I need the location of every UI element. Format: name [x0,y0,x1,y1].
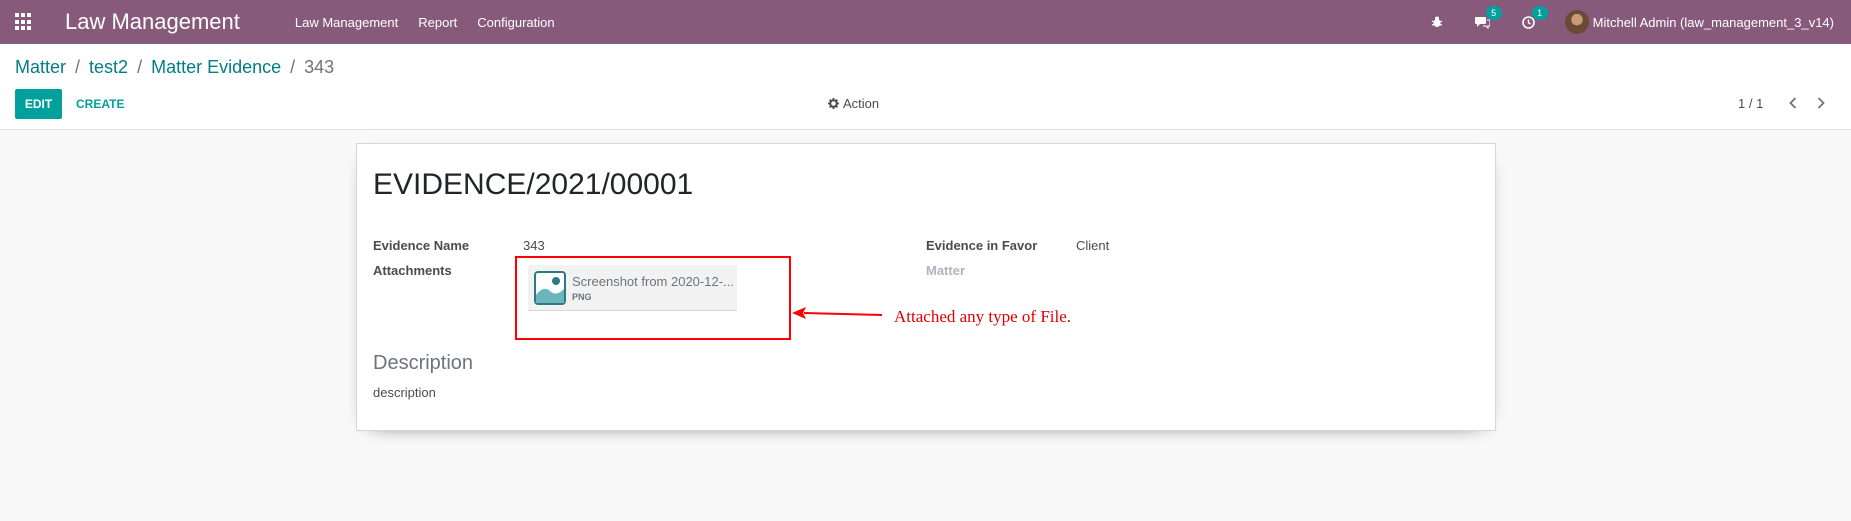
breadcrumb-test2[interactable]: test2 [89,57,128,78]
messages-badge: 5 [1485,6,1502,20]
create-button[interactable]: CREATE [70,89,130,119]
annotation-arrow-icon [792,307,883,319]
systray: 5 1 Mitchell Admin (law_management_3_v14… [1427,0,1851,44]
breadcrumb-separator: / [290,57,296,77]
breadcrumb-separator: / [75,57,81,77]
evidence-in-favor-value: Client [1076,238,1110,253]
breadcrumb-matter[interactable]: Matter [15,57,66,78]
menu-item-report[interactable]: Report [408,15,467,30]
menu-item-law-management[interactable]: Law Management [285,15,408,30]
matter-label: Matter [926,263,966,278]
control-panel: Matter / test2 / Matter Evidence / 343 E… [0,44,1851,130]
breadcrumb-separator: / [137,57,143,77]
gear-icon [828,98,839,109]
pager-previous-button[interactable] [1785,94,1801,112]
annotation-text: Attached any type of File. [894,307,1072,326]
annotation-highlight-box [515,256,791,340]
user-name: Mitchell Admin (law_management_3_v14) [1592,14,1834,30]
activities-button[interactable]: 1 [1519,6,1548,32]
evidence-name-value: 343 [523,238,545,253]
chevron-right-icon [1817,97,1825,109]
pager-next-button[interactable] [1813,94,1829,112]
bug-icon[interactable] [1427,12,1447,32]
avatar [1564,10,1589,34]
chevron-left-icon [1789,97,1797,109]
description-title: Description [373,352,474,374]
description-value: description [373,385,436,400]
edit-button[interactable]: EDIT [15,89,62,119]
main-menu: Law Management Report Configuration [285,15,565,30]
user-menu[interactable]: Mitchell Admin (law_management_3_v14) [1564,10,1834,34]
record-title: EVIDENCE/2021/00001 [373,168,694,201]
breadcrumb-current: 343 [304,57,335,77]
menu-item-configuration[interactable]: Configuration [467,15,564,30]
evidence-name-label: Evidence Name [373,238,470,253]
evidence-in-favor-label: Evidence in Favor [926,238,1038,253]
breadcrumb-matter-evidence[interactable]: Matter Evidence [151,57,281,78]
pager-value[interactable]: 1 / 1 [1738,96,1763,111]
app-brand[interactable]: Law Management [65,9,240,35]
action-label: Action [843,96,880,111]
breadcrumb: Matter / test2 / Matter Evidence / 343 [15,57,334,78]
messages-button[interactable]: 5 [1473,6,1502,32]
top-navbar: Law Management Law Management Report Con… [0,0,1851,44]
action-dropdown[interactable]: Action [828,96,879,111]
apps-grid-icon[interactable] [15,13,33,31]
activities-badge: 1 [1531,6,1548,20]
attachments-label: Attachments [373,263,452,278]
